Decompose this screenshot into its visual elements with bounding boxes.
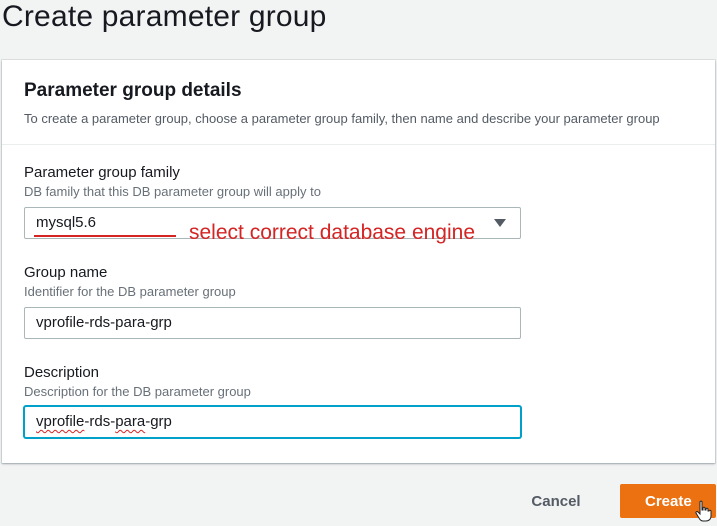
panel-title: Parameter group details — [24, 80, 242, 101]
family-hint: DB family that this DB parameter group w… — [24, 184, 321, 199]
cancel-button[interactable]: Cancel — [520, 485, 592, 517]
group-name-value: vprofile-rds-para-grp — [36, 314, 172, 331]
annotation-text: select correct database engine — [189, 221, 476, 244]
description-field: Description Description for the DB param… — [24, 364, 251, 399]
annotation-underline — [34, 235, 176, 237]
family-select-value: mysql5.6 — [36, 214, 97, 231]
panel-header: Parameter group details To create a para… — [2, 60, 715, 145]
hand-pointer-icon — [695, 500, 712, 522]
group-name-input[interactable]: vprofile-rds-para-grp — [24, 307, 521, 339]
panel-description: To create a parameter group, choose a pa… — [24, 111, 660, 126]
description-label: Description — [24, 364, 100, 381]
page-title: Create parameter group — [2, 0, 327, 33]
parameter-group-details-panel: Parameter group details To create a para… — [2, 60, 715, 463]
description-value: vprofile-rds-para-grp — [36, 413, 172, 430]
group-name-field: Group name Identifier for the DB paramet… — [24, 264, 236, 299]
group-name-hint: Identifier for the DB parameter group — [24, 284, 236, 299]
description-hint: Description for the DB parameter group — [24, 384, 251, 399]
family-field: Parameter group family DB family that th… — [24, 164, 321, 199]
chevron-down-icon — [494, 219, 506, 227]
description-input[interactable]: vprofile-rds-para-grp — [24, 406, 521, 438]
group-name-label: Group name — [24, 264, 108, 281]
family-label: Parameter group family — [24, 164, 180, 181]
